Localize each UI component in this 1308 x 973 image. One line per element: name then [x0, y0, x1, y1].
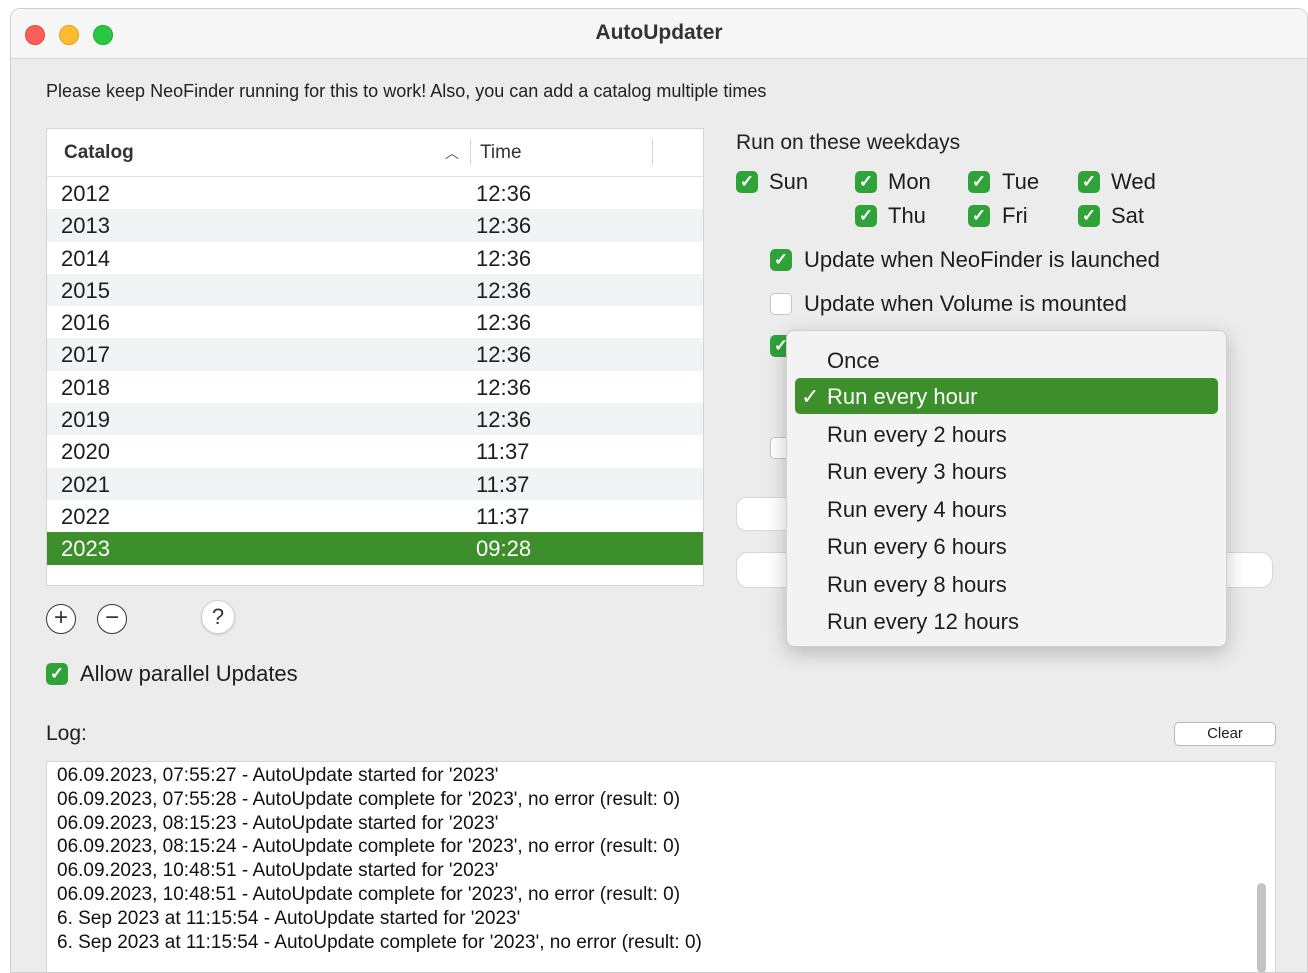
help-button[interactable]: ? — [201, 600, 235, 634]
table-row[interactable]: 2022 11:37 — [47, 500, 703, 532]
log-line: 06.09.2023, 08:15:23 - AutoUpdate starte… — [57, 812, 499, 834]
cell-time: 12:36 — [476, 374, 532, 400]
table-row[interactable]: 2013 12:36 — [47, 209, 703, 242]
table-row[interactable]: 2019 12:36 — [47, 403, 703, 436]
checkbox-tue[interactable]: ✓ — [968, 171, 990, 193]
update-on-mount-label: Update when Volume is mounted — [804, 291, 1127, 316]
weekday-label-sun: Sun — [769, 169, 809, 194]
log-line: 06.09.2023, 07:55:27 - AutoUpdate starte… — [57, 765, 499, 786]
table-row[interactable]: 2017 12:36 — [47, 338, 703, 371]
update-on-launch-label: Update when NeoFinder is launched — [804, 247, 1160, 272]
column-header-catalog[interactable]: Catalog — [64, 142, 134, 164]
cell-catalog: 2016 — [61, 310, 110, 336]
cell-time: 12:36 — [476, 407, 532, 433]
table-row[interactable]: 2023 09:28 — [47, 532, 703, 565]
table-rows: 2012 12:36 2013 12:36 2014 12:36 2015 12:36 2016… — [47, 177, 703, 565]
remove-catalog-button[interactable]: − — [97, 604, 127, 634]
log-line: 6. Sep 2023 at 11:15:54 - AutoUpdate com… — [57, 931, 702, 953]
log-label: Log: — [46, 722, 87, 745]
checkbox-wed[interactable]: ✓ — [1078, 171, 1100, 193]
weekday-label-tue: Tue — [1002, 169, 1040, 194]
info-text: Please keep NeoFinder running for this t… — [46, 81, 767, 101]
table-header: Catalog ︿ Time — [47, 129, 703, 177]
checkbox-sun[interactable]: ✓ — [736, 171, 758, 193]
cell-time: 11:37 — [476, 471, 530, 497]
plus-icon: + — [53, 604, 68, 631]
autoupdater-window: AutoUpdater Please keep NeoFinder runnin… — [10, 8, 1308, 973]
cell-catalog: 2019 — [61, 407, 110, 433]
menu-item-run-every-6-hours[interactable]: Run every 6 hours — [795, 528, 1218, 564]
cell-catalog: 2014 — [61, 245, 110, 271]
menu-item-run-every-hour[interactable]: ✓ Run every hour — [795, 378, 1218, 414]
menu-item-run-every-2-hours[interactable]: Run every 2 hours — [795, 416, 1218, 452]
cell-time: 12:36 — [476, 342, 532, 368]
column-divider — [652, 139, 653, 165]
cell-catalog: 2022 — [61, 503, 110, 529]
table-row[interactable]: 2020 11:37 — [47, 435, 703, 467]
cell-catalog: 2013 — [61, 213, 110, 239]
log-scrollbar[interactable] — [1257, 883, 1266, 972]
menu-item-run-every-8-hours[interactable]: Run every 8 hours — [795, 566, 1218, 602]
log-line: 06.09.2023, 10:48:51 - AutoUpdate comple… — [57, 884, 681, 905]
column-divider — [470, 139, 471, 165]
cell-time: 11:37 — [476, 503, 530, 529]
weekday-label-thu: Thu — [888, 203, 926, 228]
cell-time: 12:36 — [476, 277, 532, 303]
update-on-launch-checkbox[interactable]: ✓ — [770, 249, 792, 271]
weekday-label-wed: Wed — [1111, 169, 1156, 194]
cell-catalog: 2018 — [61, 374, 110, 400]
title-bar: AutoUpdater — [11, 9, 1307, 59]
allow-parallel-label: Allow parallel Updates — [80, 661, 298, 686]
cell-catalog: 2020 — [61, 439, 110, 465]
menu-item-once[interactable]: Once — [795, 342, 1218, 378]
checkbox-thu[interactable]: ✓ — [855, 205, 877, 227]
checkbox-mon[interactable]: ✓ — [855, 171, 877, 193]
cell-catalog: 2012 — [61, 181, 110, 206]
table-row[interactable]: 2012 12:36 — [47, 177, 703, 209]
weekdays-heading: Run on these weekdays — [736, 131, 961, 154]
cell-time: 12:36 — [476, 213, 532, 239]
log-line: 06.09.2023, 10:48:51 - AutoUpdate starte… — [57, 860, 499, 882]
table-row[interactable]: 2014 12:36 — [47, 242, 703, 274]
allow-parallel-checkbox[interactable]: ✓ — [46, 663, 68, 685]
add-catalog-button[interactable]: + — [46, 604, 76, 634]
cell-catalog: 2021 — [61, 471, 110, 497]
cell-time: 11:37 — [476, 439, 530, 465]
menu-item-run-every-12-hours[interactable]: Run every 12 hours — [795, 603, 1218, 639]
log-text-area[interactable]: 06.09.2023, 07:55:27 - AutoUpdate starte… — [46, 761, 1276, 972]
cell-catalog: 2023 — [61, 536, 110, 562]
schedule-dropdown-menu[interactable]: Once ✓ Run every hour Run every 2 hours … — [786, 330, 1227, 647]
log-line: 06.09.2023, 07:55:28 - AutoUpdate comple… — [57, 788, 681, 810]
checkbox-sat[interactable]: ✓ — [1078, 205, 1100, 227]
minus-icon: − — [104, 604, 119, 631]
checkmark-icon: ✓ — [801, 384, 820, 409]
table-row[interactable]: 2021 11:37 — [47, 467, 703, 500]
sort-ascending-icon: ︿ — [445, 145, 459, 161]
cell-catalog: 2015 — [61, 277, 110, 303]
window-title: AutoUpdater — [595, 21, 723, 44]
log-line: 06.09.2023, 08:15:24 - AutoUpdate comple… — [57, 836, 681, 858]
cell-time: 12:36 — [476, 181, 532, 206]
menu-item-run-every-4-hours[interactable]: Run every 4 hours — [795, 491, 1218, 527]
menu-item-run-every-3-hours[interactable]: Run every 3 hours — [795, 453, 1218, 489]
cell-time: 12:36 — [476, 310, 532, 336]
weekday-label-mon: Mon — [888, 169, 931, 194]
checkbox-fri[interactable]: ✓ — [968, 205, 990, 227]
cell-time: 12:36 — [476, 245, 532, 271]
question-icon: ? — [211, 604, 225, 629]
table-row[interactable]: 2018 12:36 — [47, 371, 703, 403]
catalog-table[interactable]: Catalog ︿ Time 2012 12:36 2013 12:36 2014 12:… — [46, 128, 704, 586]
update-on-mount-checkbox[interactable] — [770, 293, 792, 315]
table-row[interactable]: 2015 12:36 — [47, 273, 703, 307]
column-header-time[interactable]: Time — [480, 142, 522, 164]
table-row[interactable]: 2016 12:36 — [47, 306, 703, 338]
cell-time: 09:28 — [476, 536, 532, 562]
clear-log-button[interactable]: Clear — [1174, 722, 1276, 746]
cell-catalog: 2017 — [61, 342, 110, 368]
weekday-label-sat: Sat — [1111, 203, 1145, 228]
log-line: 6. Sep 2023 at 11:15:54 - AutoUpdate sta… — [57, 907, 521, 929]
weekday-label-fri: Fri — [1002, 203, 1028, 228]
